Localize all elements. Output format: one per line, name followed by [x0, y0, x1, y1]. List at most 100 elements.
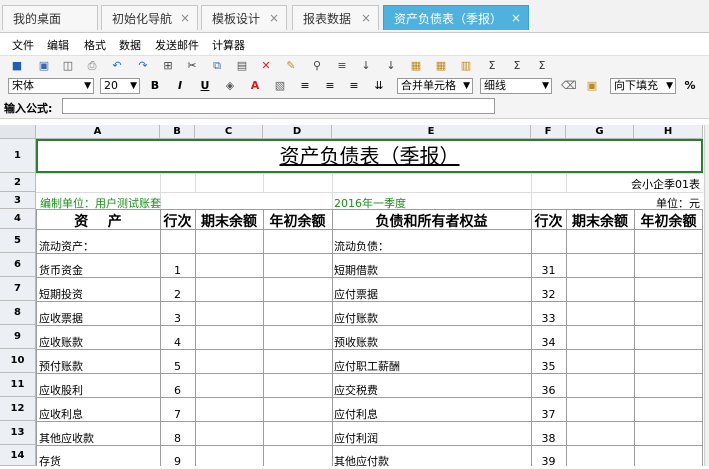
liability-name: 短期借款	[334, 264, 378, 277]
italic-button[interactable]: I	[173, 79, 187, 93]
delete-icon[interactable]: ✕	[259, 59, 273, 73]
asset-name: 应收票据	[39, 312, 83, 325]
row-header[interactable]: 3	[0, 192, 36, 209]
tab-balance-sheet[interactable]: 资产负债表（季报） ×	[383, 5, 529, 30]
align-center-icon[interactable]: ≡	[323, 79, 337, 93]
tab-init-nav[interactable]: 初始化导航 ×	[101, 5, 198, 30]
tab-template-design[interactable]: 模板设计 ×	[201, 5, 287, 30]
col-header-e[interactable]: E	[332, 125, 531, 139]
menu-data[interactable]: 数据	[119, 37, 141, 53]
table-border	[36, 253, 703, 254]
col-header-g[interactable]: G	[566, 125, 634, 139]
fill-color-icon[interactable]: ◈	[223, 79, 237, 93]
menu-edit[interactable]: 编辑	[47, 37, 69, 53]
row-header[interactable]: 9	[0, 325, 36, 349]
form-code: 会小企季01表	[631, 178, 700, 191]
vertical-scrollbar[interactable]	[704, 125, 709, 466]
row-header[interactable]: 5	[0, 229, 36, 253]
bold-button[interactable]: B	[148, 79, 162, 93]
col-header-f[interactable]: F	[531, 125, 566, 139]
liability-name: 应付利润	[334, 432, 378, 445]
font-color-icon[interactable]: A	[248, 79, 262, 93]
align-left-icon[interactable]: ≡	[298, 79, 312, 93]
align-right-icon[interactable]: ≡	[347, 79, 361, 93]
find-icon[interactable]: ⚲	[310, 59, 324, 73]
underline-button[interactable]: U	[198, 79, 212, 93]
asset-line-no: 3	[174, 312, 181, 325]
table-border	[332, 209, 333, 466]
row-header[interactable]: 12	[0, 397, 36, 421]
insert-sheet-icon[interactable]: ▥	[459, 59, 473, 73]
sum-row-icon[interactable]: Σ	[510, 59, 524, 73]
menu-send-mail[interactable]: 发送邮件	[155, 37, 199, 53]
sum-icon[interactable]: Σ	[485, 59, 499, 73]
eraser-icon[interactable]: ⌫	[561, 79, 577, 93]
insert-image-icon[interactable]: ⊞	[161, 59, 175, 73]
save-icon[interactable]: ■	[10, 59, 24, 73]
row-header[interactable]: 10	[0, 349, 36, 373]
header-line-no: 行次	[163, 214, 192, 230]
select-all-corner[interactable]	[0, 125, 36, 139]
sheet-title-cell[interactable]: 资产负债表（季报）	[36, 139, 703, 173]
close-icon[interactable]: ×	[361, 11, 371, 25]
wrap-icon[interactable]: ⇊	[372, 79, 386, 93]
row-header[interactable]: 4	[0, 209, 36, 229]
insert-row-icon[interactable]: ▦	[409, 59, 423, 73]
tab-label: 报表数据	[303, 11, 352, 26]
format-painter-icon[interactable]: ✎	[284, 59, 298, 73]
menu-file[interactable]: 文件	[12, 37, 34, 53]
paste-icon[interactable]: ▤	[235, 59, 249, 73]
copy-icon[interactable]: ⧉	[210, 59, 224, 73]
asset-line-no: 8	[174, 432, 181, 445]
undo-icon[interactable]: ↶	[110, 59, 124, 73]
row-header[interactable]: 13	[0, 421, 36, 445]
close-icon[interactable]: ×	[511, 11, 521, 25]
close-icon[interactable]: ×	[180, 11, 190, 25]
row-header[interactable]: 14	[0, 445, 36, 466]
row-header[interactable]: 2	[0, 173, 36, 192]
row-header[interactable]: 6	[0, 253, 36, 277]
liability-name: 应付账款	[334, 312, 378, 325]
col-header-a[interactable]: A	[36, 125, 160, 139]
tab-label: 初始化导航	[112, 11, 173, 26]
font-name-select[interactable]: 宋体 ▼	[8, 78, 94, 94]
font-size-select[interactable]: 20 ▼	[100, 78, 140, 94]
border-icon[interactable]: ▧	[273, 79, 287, 93]
cut-icon[interactable]: ✂	[185, 59, 199, 73]
sum-col-icon[interactable]: Σ	[535, 59, 549, 73]
fill-select[interactable]: 向下填充 ▼	[610, 78, 676, 94]
menu-format[interactable]: 格式	[84, 37, 106, 53]
tab-report-data[interactable]: 报表数据 ×	[292, 5, 379, 30]
save-as-icon[interactable]: ▣	[37, 59, 51, 73]
menu-calculator[interactable]: 计算器	[212, 37, 245, 53]
redo-icon[interactable]: ↷	[136, 59, 150, 73]
border-style-select[interactable]: 细线 ▼	[480, 78, 552, 94]
chevron-down-icon: ▼	[463, 81, 470, 91]
close-icon[interactable]: ×	[269, 11, 279, 25]
percent-button[interactable]: %	[683, 79, 697, 93]
formula-input[interactable]	[62, 98, 495, 114]
col-header-h[interactable]: H	[634, 125, 703, 139]
fill-value: 向下填充	[614, 79, 658, 92]
col-header-b[interactable]: B	[160, 125, 195, 139]
row-header[interactable]: 11	[0, 373, 36, 397]
row-header[interactable]: 1	[0, 139, 36, 173]
asset-name: 应收利息	[39, 408, 83, 421]
col-header-c[interactable]: C	[195, 125, 263, 139]
row-header[interactable]: 7	[0, 277, 36, 301]
fill-tool-icon[interactable]: ▣	[585, 79, 599, 93]
liability-line-no: 33	[541, 312, 556, 325]
replace-icon[interactable]: ≡	[335, 59, 349, 73]
asset-name: 存货	[39, 455, 61, 468]
table-border	[36, 301, 703, 302]
tab-my-desktop[interactable]: 我的桌面	[2, 5, 98, 30]
row-header[interactable]: 8	[0, 301, 36, 325]
insert-col-icon[interactable]: ▦	[434, 59, 448, 73]
print-preview-icon[interactable]: ◫	[61, 59, 75, 73]
sort-descending-icon[interactable]: ↓	[384, 59, 398, 73]
tab-label: 资产负债表（季报）	[394, 11, 503, 26]
print-icon[interactable]: ⎙	[85, 59, 99, 73]
merge-select[interactable]: 合并单元格 ▼	[397, 78, 473, 94]
col-header-d[interactable]: D	[263, 125, 332, 139]
sort-ascending-icon[interactable]: ↓	[359, 59, 373, 73]
